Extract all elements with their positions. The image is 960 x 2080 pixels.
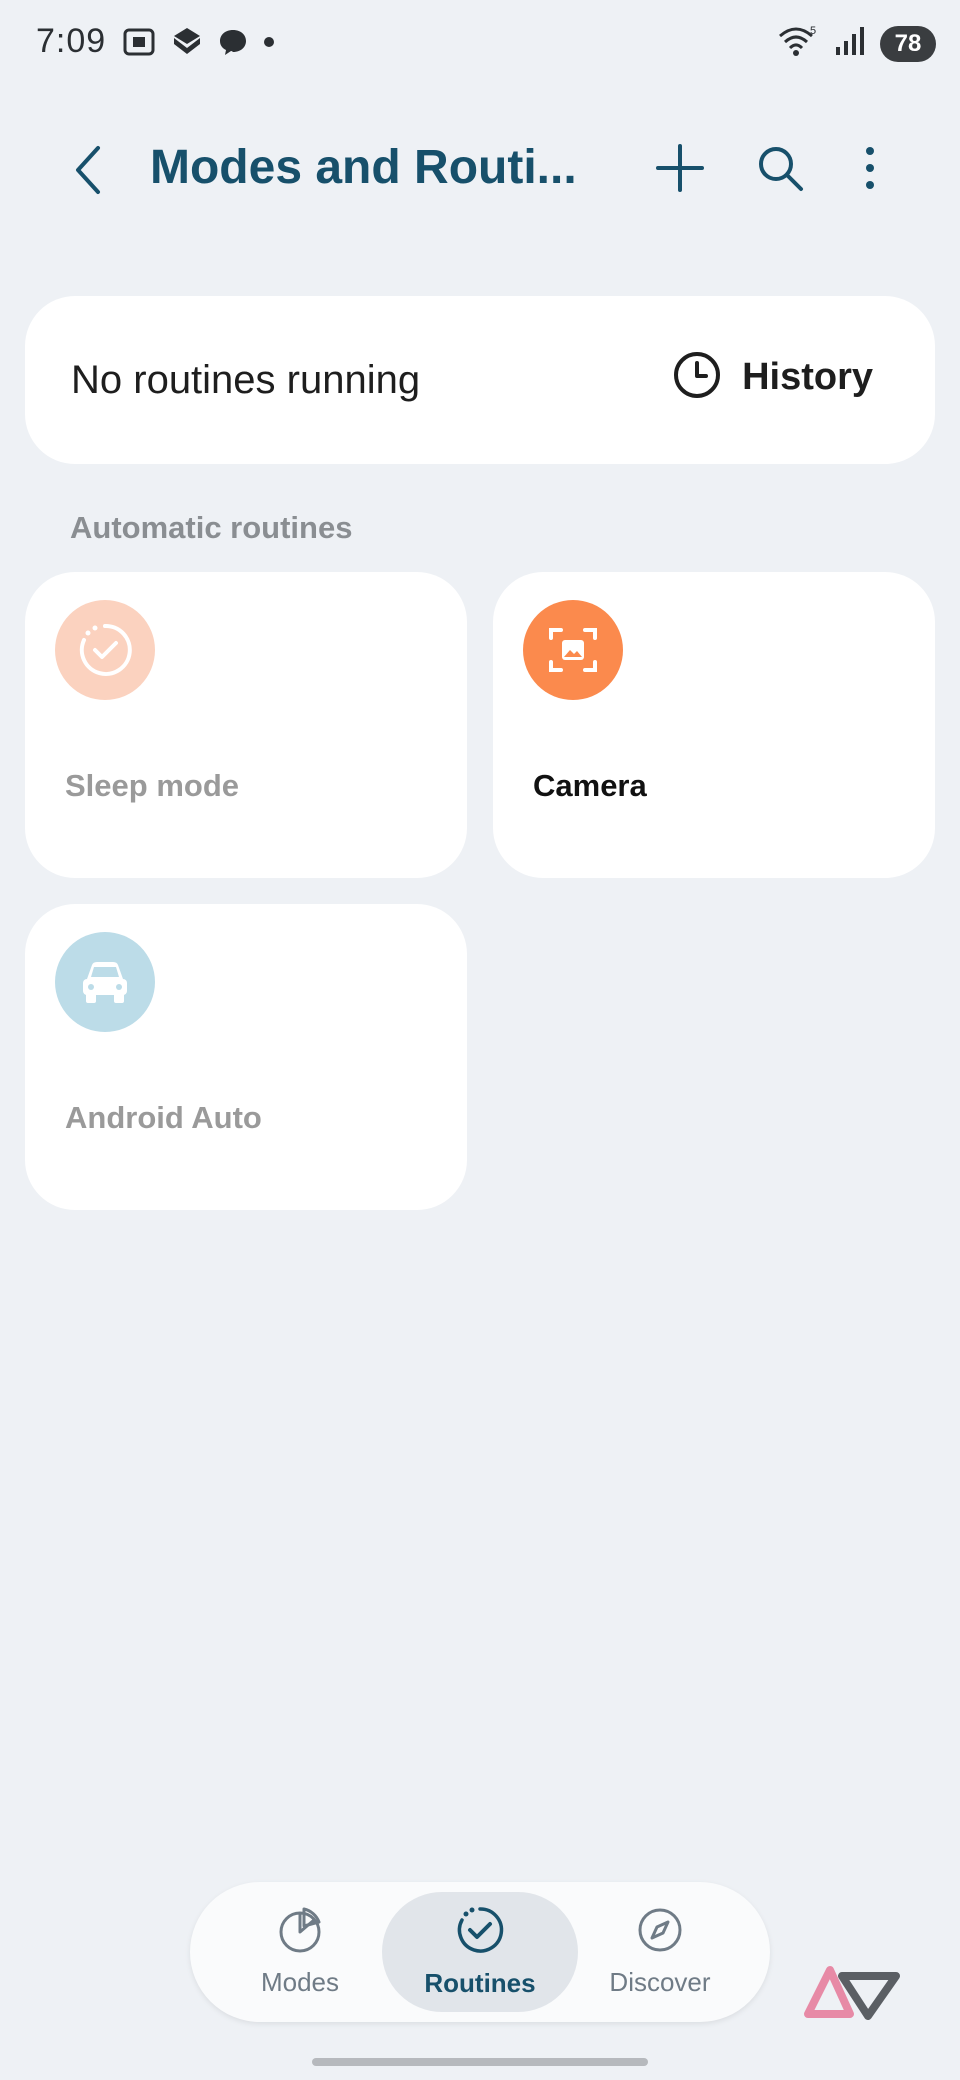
page-title: Modes and Routi... xyxy=(150,141,577,194)
add-icon xyxy=(654,142,706,199)
car-icon xyxy=(55,932,155,1032)
chat-bubble-icon xyxy=(218,27,248,62)
search-button[interactable] xyxy=(750,140,810,200)
nav-item-discover[interactable]: Discover xyxy=(562,1892,758,2012)
more-vert-icon xyxy=(863,145,877,196)
routine-label: Camera xyxy=(533,768,647,803)
chevron-left-icon xyxy=(64,146,112,202)
dot-icon xyxy=(262,35,276,54)
status-time: 7:09 xyxy=(36,22,107,60)
nav-label: Modes xyxy=(260,1967,340,1997)
search-icon xyxy=(755,143,805,198)
nav-label: Routines xyxy=(424,1968,536,1998)
notification-icons xyxy=(122,26,276,63)
home-indicator[interactable] xyxy=(312,2058,648,2066)
nav-item-modes[interactable]: Modes xyxy=(202,1892,398,2012)
routines-status-text: No routines running xyxy=(71,358,421,402)
routine-check-icon xyxy=(455,1905,505,1960)
pie-chart-icon xyxy=(276,1906,324,1959)
add-button[interactable] xyxy=(650,140,710,200)
camera-frame-icon xyxy=(523,600,623,700)
routine-label: Android Auto xyxy=(65,1100,262,1135)
bottom-navigation: Modes Routines Discover xyxy=(190,1882,770,2022)
wifi-icon: 5 xyxy=(776,24,820,63)
screenshot-icon xyxy=(122,27,156,62)
status-bar: 7:09 5 78 xyxy=(0,0,960,90)
nav-item-routines[interactable]: Routines xyxy=(382,1892,578,2012)
history-label: History xyxy=(742,356,873,398)
layers-icon xyxy=(170,26,204,63)
nav-label: Discover xyxy=(609,1967,711,1997)
svg-text:5: 5 xyxy=(810,25,816,37)
history-button[interactable]: History xyxy=(672,350,873,405)
routine-check-icon xyxy=(55,600,155,700)
watermark-logo xyxy=(804,1960,900,2025)
app-bar: Modes and Routi... xyxy=(0,130,960,210)
more-options-button[interactable] xyxy=(840,140,900,200)
routine-card-sleep-mode[interactable]: Sleep mode xyxy=(25,572,467,878)
routine-card-android-auto[interactable]: Android Auto xyxy=(25,904,467,1210)
section-label: Automatic routines xyxy=(70,510,353,545)
battery-icon: 78 xyxy=(880,25,936,62)
clock-icon xyxy=(672,350,722,405)
routines-status-card: No routines running History xyxy=(25,296,935,464)
compass-icon xyxy=(636,1906,684,1959)
back-button[interactable] xyxy=(64,142,112,198)
system-icons: 5 78 xyxy=(776,24,936,63)
routine-label: Sleep mode xyxy=(65,768,239,803)
routine-card-camera[interactable]: Camera xyxy=(493,572,935,878)
signal-icon xyxy=(834,25,866,62)
